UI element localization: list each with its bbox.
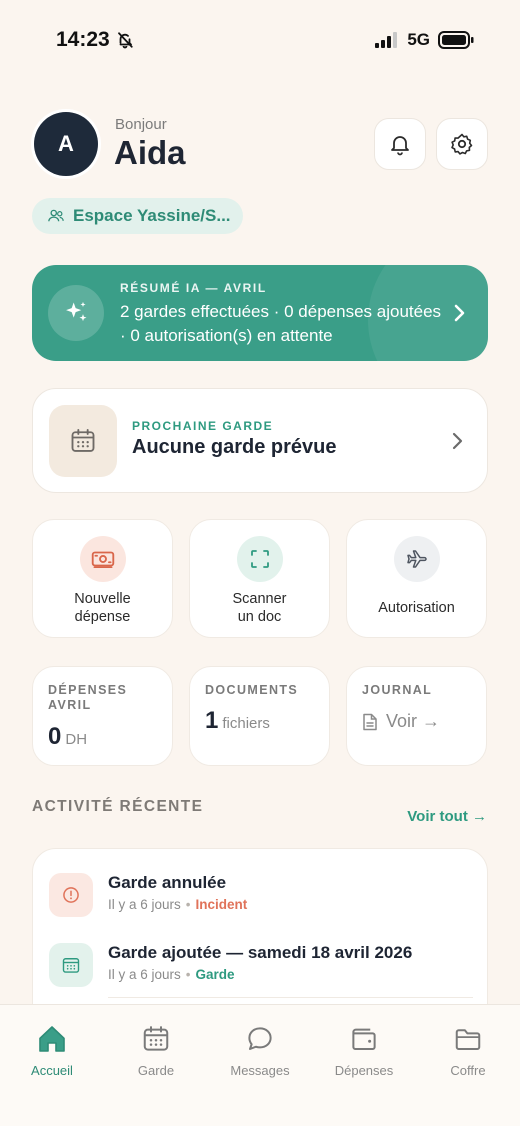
list-item[interactable]: Garde ajoutée — samedi 18 avril 2026 Il … (49, 943, 469, 991)
new-expense-button[interactable]: Nouvelle dépense (32, 519, 173, 638)
calendar-icon (62, 958, 80, 973)
scan-document-label-line2: un doc (237, 609, 282, 625)
status-time: 14:23 (56, 28, 134, 52)
authorization-icon-badge (394, 536, 440, 582)
tab-home-label: Accueil (31, 1063, 73, 1078)
tab-messages-label: Messages (230, 1063, 290, 1078)
documents-stat-label: DOCUMENTS (205, 683, 299, 697)
new-expense-label: Nouvelle dépense (33, 590, 172, 626)
activity-title: Garde ajoutée — samedi 18 avril 2026 (108, 943, 413, 962)
bell-icon (391, 136, 409, 156)
tab-expenses[interactable]: Dépenses (312, 1023, 416, 1078)
gear-icon (451, 133, 473, 155)
activity-time: Il y a 6 jours (108, 967, 181, 982)
alert-circle-icon (63, 887, 79, 903)
expenses-stat-label-line1: DÉPENSES (48, 683, 128, 697)
journal-link-label: Voir → (386, 711, 441, 731)
airplane-icon (407, 550, 427, 568)
recent-activity-title: ACTIVITÉ RÉCENTE (32, 798, 204, 815)
scan-icon-badge (237, 536, 283, 582)
scan-document-button[interactable]: Scanner un doc (189, 519, 330, 638)
status-bar: 14:23 5G (0, 0, 520, 86)
tab-vault-label: Coffre (450, 1063, 486, 1078)
document-icon (363, 713, 377, 730)
next-custody-title: Aucune garde prévue (132, 436, 337, 458)
tab-home[interactable]: Accueil (0, 1023, 104, 1078)
scan-icon (251, 550, 269, 568)
new-expense-label-line1: Nouvelle (74, 591, 131, 607)
notifications-button[interactable] (374, 118, 426, 170)
status-indicators: 5G (375, 30, 474, 50)
authorization-label: Autorisation (378, 600, 455, 616)
journal-link[interactable]: Voir → (362, 711, 440, 732)
scan-document-label-line1: Scanner (232, 591, 287, 607)
users-icon (48, 209, 64, 222)
ai-summary-card[interactable]: RÉSUMÉ IA — AVRIL 2 gardes effectuées · … (32, 265, 488, 361)
tab-custody-label: Garde (137, 1063, 175, 1078)
next-custody-label: PROCHAINE GARDE (132, 419, 274, 433)
tab-messages[interactable]: Messages (208, 1023, 312, 1078)
expenses-stat-card[interactable]: DÉPENSES AVRIL 0 DH (32, 666, 173, 766)
calendar-icon (71, 428, 95, 452)
ai-icon-badge (48, 285, 104, 341)
activity-title: Garde annulée (108, 873, 227, 892)
settings-button[interactable] (436, 118, 488, 170)
space-label: Espace Yassine/S... (73, 206, 231, 225)
list-item[interactable]: Garde annulée Il y a 6 jours • Incident (49, 873, 469, 921)
calendar-icon-badge (49, 405, 117, 477)
battery-icon (438, 31, 474, 49)
tab-custody[interactable]: Garde (104, 1023, 208, 1078)
activity-time: Il y a 6 jours (108, 897, 181, 912)
money-icon (91, 551, 115, 568)
expenses-currency: DH (65, 731, 88, 748)
ai-summary-label: RÉSUMÉ IA — AVRIL (120, 281, 267, 295)
chat-bubble-icon (248, 1027, 272, 1050)
documents-unit: fichiers (222, 715, 270, 732)
new-expense-icon-badge (80, 536, 126, 582)
ai-summary-text: 2 gardes effectuées · 0 dépenses ajoutée… (120, 302, 442, 345)
avatar-initial: A (58, 131, 74, 156)
incident-icon-badge (49, 873, 93, 917)
tab-expenses-label: Dépenses (334, 1063, 394, 1078)
signal-icon (375, 32, 398, 48)
calendar-icon (143, 1026, 169, 1051)
documents-stat-card[interactable]: DOCUMENTS 1 fichiers (189, 666, 330, 766)
documents-stat-value: 1 fichiers (205, 707, 270, 735)
activity-tag: Garde (195, 967, 235, 982)
next-custody-card[interactable]: PROCHAINE GARDE Aucune garde prévue (32, 388, 488, 493)
tab-vault[interactable]: Coffre (416, 1023, 520, 1078)
tab-bar: Accueil Garde Messages Dépenses Coffre (0, 1004, 520, 1126)
divider (108, 997, 473, 998)
wallet-icon (352, 1028, 376, 1050)
user-name: Aida (114, 134, 186, 171)
chevron-right-icon (452, 432, 463, 450)
documents-count: 1 (205, 707, 219, 734)
expenses-stat-value: 0 DH (48, 723, 87, 751)
see-all-link[interactable]: Voir tout → (407, 808, 487, 825)
avatar[interactable]: A (34, 112, 98, 176)
chevron-right-icon (454, 304, 465, 322)
journal-stat-card[interactable]: JOURNAL Voir → (346, 666, 487, 766)
bell-muted-icon (117, 32, 133, 49)
expenses-stat-label: DÉPENSES AVRIL (48, 683, 163, 713)
space-selector[interactable]: Espace Yassine/S... (32, 198, 243, 234)
home-icon (39, 1026, 65, 1052)
greeting: Bonjour (115, 116, 167, 133)
activity-tag: Incident (195, 897, 248, 912)
expenses-stat-label-line2: AVRIL (48, 698, 92, 712)
activity-meta: Il y a 6 jours • Incident (108, 897, 248, 912)
header: A Bonjour Aida (34, 112, 488, 178)
custody-icon-badge (49, 943, 93, 987)
journal-stat-label: JOURNAL (362, 683, 433, 697)
sparkles-icon (66, 301, 87, 322)
scan-document-label: Scanner un doc (190, 590, 329, 626)
activity-meta: Il y a 6 jours • Garde (108, 967, 235, 982)
folder-icon (455, 1029, 481, 1050)
status-time-text: 14:23 (56, 28, 110, 51)
expenses-amount: 0 (48, 723, 62, 750)
new-expense-label-line2: dépense (74, 609, 131, 625)
network-type: 5G (407, 30, 430, 49)
authorization-button[interactable]: Autorisation (346, 519, 487, 638)
